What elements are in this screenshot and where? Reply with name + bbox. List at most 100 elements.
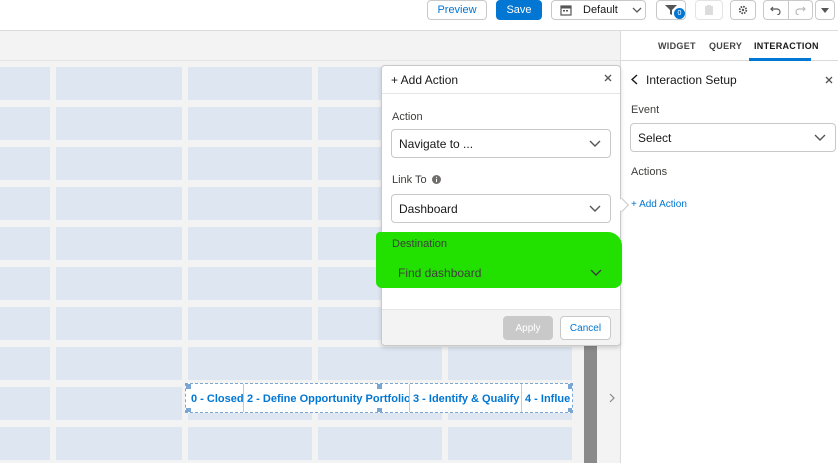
resize-handle[interactable] — [568, 384, 572, 389]
popover-footer: Apply Cancel — [382, 309, 620, 345]
action-label: Action — [392, 111, 423, 123]
link-to-select[interactable]: Dashboard — [391, 194, 611, 223]
resize-handle[interactable] — [186, 384, 191, 389]
filter-count-badge: 0 — [674, 8, 685, 19]
active-tab-indicator — [749, 58, 811, 61]
destination-combobox[interactable]: Find dashboard — [391, 258, 611, 287]
canvas-header-strip — [0, 31, 620, 61]
grid-cell — [0, 307, 50, 340]
cancel-button[interactable]: Cancel — [560, 316, 611, 340]
grid-cell — [0, 67, 50, 100]
link-to-select-value: Dashboard — [399, 201, 458, 216]
grid-cell — [188, 187, 312, 220]
more-menu-button[interactable] — [815, 0, 835, 20]
gear-icon — [738, 5, 748, 15]
event-select[interactable]: Select — [630, 123, 836, 152]
top-toolbar: Preview Save Default 0 — [0, 0, 838, 31]
grid-cell — [56, 107, 182, 140]
grid-cell — [56, 227, 182, 260]
redo-icon — [795, 6, 806, 15]
chevron-right-icon — [609, 393, 615, 403]
chevron-down-icon — [589, 205, 601, 212]
filter-item[interactable]: 3 - Identify & Qualify — [410, 384, 522, 412]
layout-select-value: Default — [583, 4, 618, 16]
grid-cell — [56, 267, 182, 300]
grid-cell — [448, 427, 572, 460]
grid-cell — [56, 67, 182, 100]
chevron-down-icon — [814, 134, 826, 141]
clipboard-button[interactable] — [695, 0, 723, 20]
tab-query[interactable]: QUERY — [709, 41, 742, 51]
panel-title: Interaction Setup — [646, 73, 737, 87]
properties-panel: WIDGET QUERY INTERACTION Interaction Set… — [620, 31, 838, 463]
grid-cell — [56, 387, 182, 420]
grid-cell — [188, 307, 312, 340]
grid-cell — [318, 427, 442, 460]
resize-handle[interactable] — [568, 408, 572, 412]
grid-cell — [188, 267, 312, 300]
close-icon[interactable] — [604, 74, 612, 82]
grid-cell — [188, 147, 312, 180]
resize-handle[interactable] — [186, 408, 191, 412]
save-button[interactable]: Save — [496, 0, 542, 20]
redo-button[interactable] — [789, 1, 813, 19]
filter-item[interactable]: 4 - Influe — [522, 384, 572, 412]
tab-widget[interactable]: WIDGET — [658, 41, 696, 51]
filter-item[interactable]: 2 - Define Opportunity Portfolio — [244, 384, 410, 412]
event-select-value: Select — [638, 130, 672, 145]
preview-button[interactable]: Preview — [427, 0, 487, 20]
chevron-left-icon[interactable] — [631, 74, 638, 85]
grid-cell — [188, 347, 312, 380]
grid-cell — [188, 107, 312, 140]
grid-cell — [188, 427, 312, 460]
action-select[interactable]: Navigate to ... — [391, 129, 611, 158]
grid-cell — [0, 427, 50, 460]
link-to-label: Link To — [392, 174, 427, 186]
add-action-link[interactable]: + Add Action — [631, 199, 687, 210]
grid-cell — [0, 387, 50, 420]
add-action-popover: + Add Action Action Navigate to ... Link… — [376, 65, 630, 346]
settings-button[interactable] — [730, 0, 756, 20]
resize-handle[interactable] — [377, 384, 382, 389]
grid-cell — [0, 147, 50, 180]
grid-cell — [188, 227, 312, 260]
grid-cell — [0, 227, 50, 260]
grid-cell — [56, 347, 182, 380]
chevron-down-icon — [632, 7, 642, 13]
resize-handle[interactable] — [377, 408, 382, 412]
chevron-down-icon — [590, 269, 602, 276]
canvas-scrollbar[interactable] — [584, 343, 597, 463]
grid-cell — [0, 347, 50, 380]
grid-cell — [0, 107, 50, 140]
destination-label: Destination — [392, 238, 448, 250]
grid-cell — [0, 267, 50, 300]
grid-cell — [56, 427, 182, 460]
close-icon[interactable] — [825, 76, 833, 84]
chevron-down-icon — [589, 140, 601, 147]
info-icon[interactable] — [432, 175, 441, 184]
grid-cell — [56, 307, 182, 340]
calendar-icon — [560, 5, 572, 16]
undo-redo-group — [763, 0, 813, 20]
grid-cell — [56, 187, 182, 220]
filter-item[interactable]: 0 - Closed — [188, 384, 244, 412]
undo-icon — [770, 6, 781, 15]
action-select-value: Navigate to ... — [399, 136, 474, 151]
clipboard-icon — [705, 5, 713, 15]
filter-selector-widget[interactable]: 0 - Closed 2 - Define Opportunity Portfo… — [185, 383, 573, 413]
panel-tabs: WIDGET QUERY INTERACTION — [621, 31, 838, 61]
dashboard-layout-select[interactable]: Default — [551, 0, 646, 20]
tab-interaction[interactable]: INTERACTION — [754, 41, 819, 51]
undo-button[interactable] — [764, 1, 789, 19]
grid-cell — [56, 147, 182, 180]
grid-cell — [318, 347, 442, 380]
filter-button[interactable]: 0 — [656, 0, 686, 20]
apply-button[interactable]: Apply — [503, 316, 553, 340]
popover-title: + Add Action — [391, 73, 459, 87]
grid-cell — [188, 67, 312, 100]
popover-header: + Add Action — [382, 66, 620, 94]
caret-down-icon — [821, 7, 829, 13]
event-label: Event — [631, 104, 660, 116]
collapse-panel-handle[interactable] — [604, 383, 620, 413]
panel-header: Interaction Setup — [621, 62, 838, 92]
